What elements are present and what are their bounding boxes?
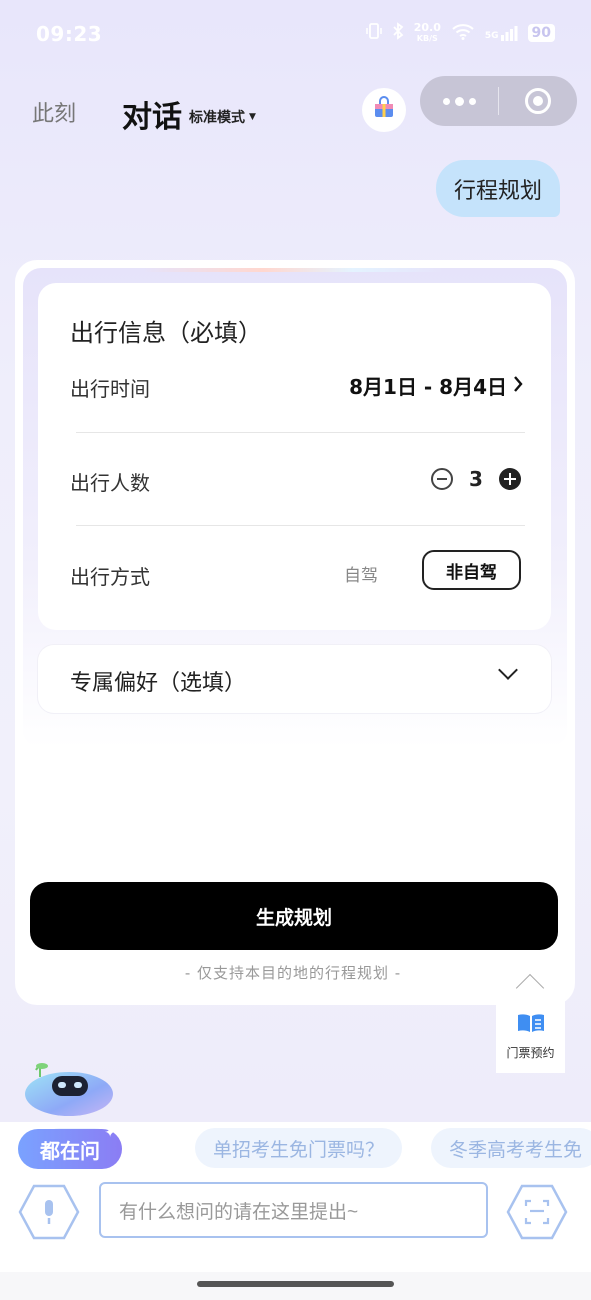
home-indicator[interactable] (197, 1281, 394, 1287)
microphone-icon (18, 1184, 80, 1240)
bluetooth-icon (392, 22, 404, 44)
question-input-placeholder: 有什么想问的请在这里提出~ (119, 1201, 359, 1223)
more-button[interactable] (420, 76, 498, 126)
quick-question-chip[interactable]: 单招考生免门票吗？ (195, 1128, 403, 1168)
target-close-icon (525, 88, 551, 114)
voice-input-button[interactable] (18, 1184, 80, 1240)
camera-scan-icon (506, 1184, 568, 1240)
status-bar: 09:23 20.0 KB/S 5G 90 (0, 0, 591, 70)
ticket-label: 门票预约 (506, 1046, 555, 1060)
status-icons: 20.0 KB/S 5G 90 (365, 20, 555, 44)
generate-plan-button[interactable]: 生成规划 (30, 882, 558, 950)
trip-date-value: 8月1日 - 8月4日 (349, 375, 507, 399)
status-time: 09:23 (36, 22, 103, 46)
battery-indicator: 90 (527, 24, 555, 42)
ticket-book-icon (516, 1012, 546, 1038)
wifi-icon (451, 22, 475, 44)
trip-time-label: 出行时间 (70, 377, 150, 401)
tab-now[interactable]: 此刻 (32, 96, 76, 128)
chevron-right-icon (513, 374, 523, 398)
quick-question-chip[interactable]: 冬季高考考生免 (431, 1128, 591, 1168)
mode-label: 标准模式 (189, 110, 245, 126)
trip-planning-card: 出行信息（必填） 出行时间 8月1日 - 8月4日 出行人数 3 出行方式 自驾… (15, 260, 575, 1005)
trip-date-picker[interactable]: 8月1日 - 8月4日 (349, 371, 523, 400)
gift-bag-icon (372, 96, 396, 124)
people-stepper: 3 (431, 467, 521, 491)
signal-icon: 5G (485, 25, 518, 41)
trip-info-section: 出行信息（必填） 出行时间 8月1日 - 8月4日 出行人数 3 出行方式 自驾… (38, 283, 551, 630)
mini-program-capsule (420, 76, 577, 126)
chevron-down-icon (498, 660, 518, 680)
question-input[interactable]: 有什么想问的请在这里提出~ (99, 1182, 488, 1238)
plus-icon[interactable] (499, 468, 521, 490)
assistant-mascot-icon[interactable] (22, 1058, 116, 1118)
tab-chat[interactable]: 对话 (122, 92, 182, 136)
input-area: 有什么想问的请在这里提出~ (0, 1176, 591, 1272)
user-message-bubble: 行程规划 (435, 160, 560, 217)
trip-people-label: 出行人数 (70, 471, 150, 495)
mode-non-self-drive-option[interactable]: 非自驾 (422, 550, 521, 590)
trip-info-title: 出行信息（必填） (70, 319, 262, 347)
people-count: 3 (469, 467, 483, 491)
gift-button[interactable] (362, 88, 406, 132)
trip-mode-label: 出行方式 (70, 565, 150, 589)
preference-title: 专属偏好（选填） (70, 671, 247, 696)
sparkle-icon: ✦ (104, 1125, 116, 1141)
mode-self-drive-option[interactable]: 自驾 (344, 561, 378, 586)
vibrate-icon (365, 22, 382, 44)
caret-down-icon: ▼ (249, 112, 256, 122)
popular-questions-tag: 都在问 ✦ (18, 1125, 122, 1169)
camera-scan-button[interactable] (506, 1184, 568, 1240)
minus-icon[interactable] (431, 468, 453, 490)
ticket-booking-button[interactable]: 门票预约 (496, 1000, 565, 1073)
net-speed: 20.0 KB/S (413, 20, 441, 43)
close-button[interactable] (499, 76, 577, 126)
preference-section[interactable]: 专属偏好（选填） (38, 645, 551, 713)
mode-selector[interactable]: 标准模式 ▼ (189, 107, 256, 127)
plan-scope-note: - 仅支持本目的地的行程规划 - (184, 964, 402, 982)
